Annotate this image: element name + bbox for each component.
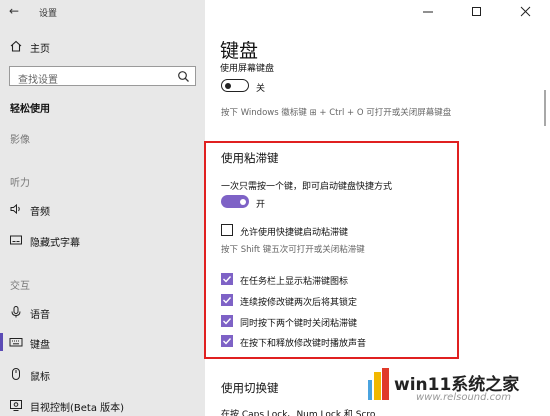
onscreen-keyboard-hint: 按下 Windows 徽标键 ⊞ + Ctrl + O 可打开或关闭屏幕键盘	[221, 108, 452, 118]
section-title: 轻松使用	[10, 104, 50, 115]
sticky-keys-toggle[interactable]	[221, 195, 249, 208]
group-label-hearing: 听力	[10, 178, 30, 189]
sidebar-item-audio[interactable]: 音频	[0, 199, 205, 219]
option-label: 在任务栏上显示粘滞键图标	[240, 277, 349, 287]
mouse-icon	[12, 368, 20, 380]
allow-shortcut-label: 允许使用快捷键启动粘滞键	[240, 228, 349, 238]
option-label: 连续按修改键两次后将其锁定	[240, 298, 358, 308]
sidebar-item-label: 语音	[30, 310, 50, 321]
sidebar-item-label: 鼠标	[30, 372, 50, 383]
microphone-icon	[11, 306, 21, 318]
checkmark-icon	[223, 297, 232, 304]
eye-control-icon	[10, 400, 22, 411]
option-checkbox-turn-off-two-keys[interactable]	[221, 315, 233, 327]
minimize-icon[interactable]	[418, 4, 438, 20]
back-arrow-icon[interactable]: ←	[9, 4, 19, 18]
search-input[interactable]: 查找设置	[9, 66, 196, 86]
option-label: 同时按下两个键时关闭粘滞键	[240, 319, 358, 329]
toggle-keys-title: 使用切换键	[221, 381, 279, 395]
sidebar-item-label: 主页	[30, 44, 50, 55]
window-controls	[400, 0, 550, 24]
app-title: 设置	[39, 9, 58, 19]
group-label-vision: 影像	[10, 135, 30, 146]
sidebar-item-eye-control[interactable]: 目视控制(Beta 版本)	[0, 395, 205, 415]
onscreen-keyboard-toggle[interactable]	[221, 79, 249, 92]
sidebar-item-label: 音频	[30, 207, 50, 218]
title-bar: ← 设置	[0, 0, 205, 24]
toggle-knob	[225, 82, 231, 89]
sidebar-item-label: 键盘	[30, 340, 50, 351]
search-placeholder: 查找设置	[18, 75, 58, 86]
option-checkbox-taskbar-icon[interactable]	[221, 273, 233, 285]
checkmark-icon	[223, 318, 232, 325]
sidebar-item-mouse[interactable]: 鼠标	[0, 364, 205, 384]
keyboard-icon	[9, 338, 23, 347]
home-icon	[10, 40, 22, 52]
toggle-knob	[240, 198, 246, 205]
shift-hint: 按下 Shift 键五次可打开或关闭粘滞键	[221, 245, 365, 255]
sidebar-item-home[interactable]: 主页	[0, 36, 205, 56]
sidebar-item-label: 隐藏式字幕	[30, 238, 80, 249]
onscreen-keyboard-state: 关	[256, 84, 266, 94]
checkmark-icon	[223, 338, 232, 345]
group-label-interaction: 交互	[10, 281, 30, 292]
onscreen-keyboard-label: 使用屏幕键盘	[220, 64, 275, 74]
sidebar-item-speech[interactable]: 语音	[0, 302, 205, 322]
watermark-url: www.relsound.com	[416, 392, 512, 403]
page-title: 键盘	[220, 40, 259, 62]
captions-icon	[10, 235, 22, 245]
sticky-keys-description: 一次只需按一个键，即可启动键盘快捷方式	[221, 182, 393, 192]
maximize-icon[interactable]	[467, 4, 487, 20]
option-checkbox-lock-modifier[interactable]	[221, 294, 233, 306]
close-icon[interactable]	[516, 4, 536, 20]
sidebar-item-label: 目视控制(Beta 版本)	[30, 403, 125, 414]
speaker-icon	[10, 203, 20, 215]
scrollbar[interactable]	[544, 90, 546, 126]
toggle-keys-description: 在按 Caps Lock、Num Lock 和 Scro	[221, 410, 376, 416]
checkmark-icon	[223, 276, 232, 283]
sticky-keys-state: 开	[256, 200, 266, 210]
option-label: 在按下和释放修改键时播放声音	[240, 339, 367, 349]
allow-shortcut-checkbox[interactable]	[221, 224, 233, 236]
search-icon	[178, 71, 189, 82]
option-checkbox-play-sound[interactable]	[221, 335, 233, 347]
sticky-keys-title: 使用粘滞键	[221, 151, 279, 165]
sidebar-item-captions[interactable]: 隐藏式字幕	[0, 230, 205, 250]
sidebar-item-keyboard[interactable]: 键盘	[0, 332, 205, 352]
